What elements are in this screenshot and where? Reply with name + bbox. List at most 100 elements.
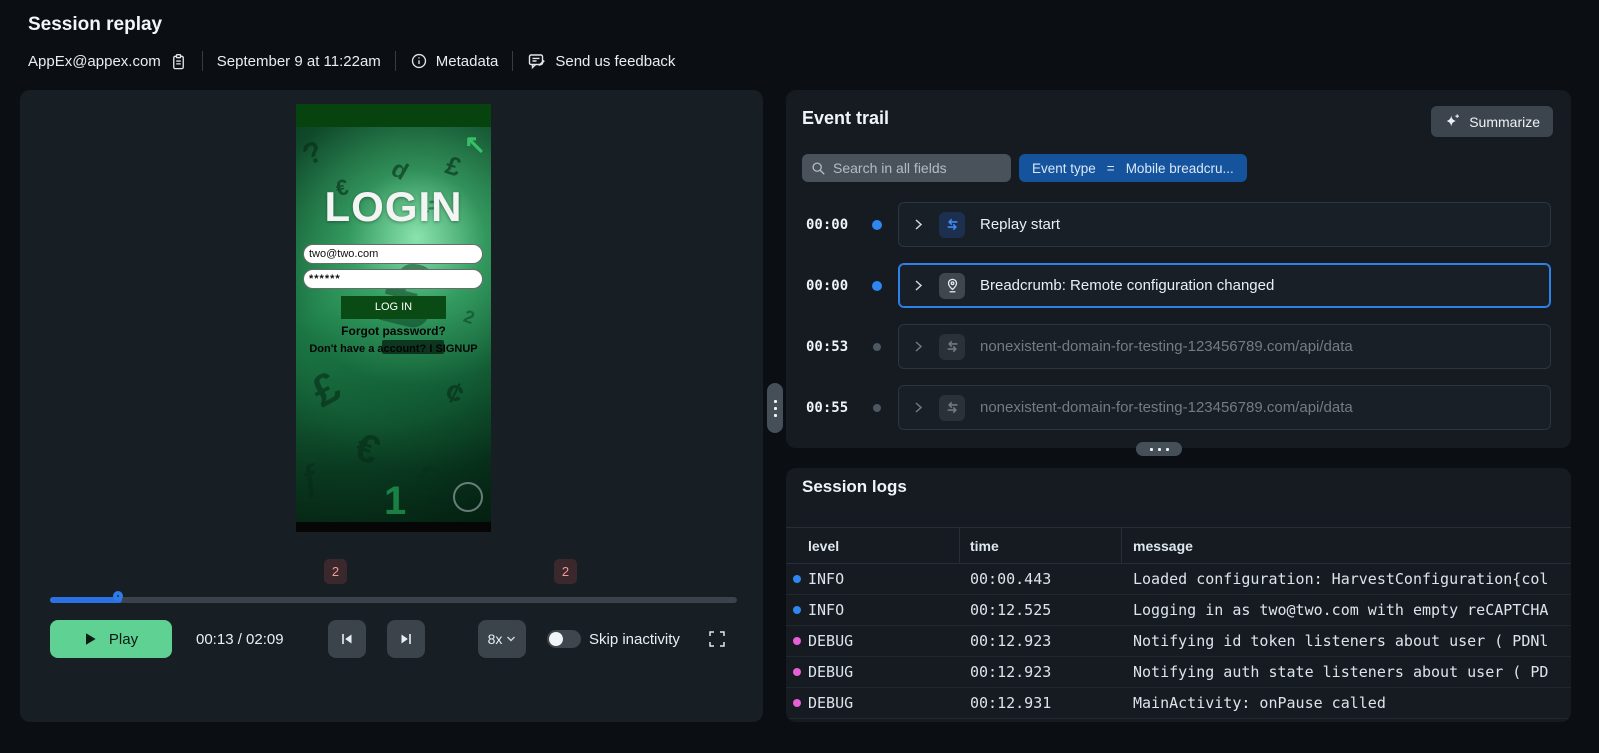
sparkle-icon [1444,113,1461,130]
divider [512,51,514,71]
event-card[interactable]: nonexistent-domain-for-testing-123456789… [898,385,1551,430]
chevron-right-icon[interactable] [913,218,924,231]
event-list: 00:00 Replay start 00:00 Breadcrumb: Rem… [786,202,1571,446]
log-time: 00:12.923 [970,632,1052,650]
phone-password-field: ****** [303,269,483,289]
event-trail-title: Event trail [802,108,890,128]
event-search-box[interactable] [802,154,1011,182]
network-swap-icon [939,394,965,421]
replay-date: September 9 at 11:22am [216,52,381,70]
chevron-right-icon[interactable] [913,401,924,414]
money-symbols-texture: 1 [384,479,407,522]
event-card[interactable]: nonexistent-domain-for-testing-123456789… [898,324,1551,369]
timeline-event-badge[interactable]: 2 [324,559,347,584]
previous-breadcrumb-button[interactable] [328,620,366,658]
divider [201,51,203,71]
event-label: nonexistent-domain-for-testing-123456789… [980,399,1353,416]
money-symbols-texture: € [348,424,386,474]
play-button[interactable]: Play [50,620,172,658]
log-level-dot [793,699,801,707]
log-level: INFO [786,570,960,588]
session-logs-panel: Session logs level time message INFO 00:… [786,468,1571,722]
phone-forgot-password-link: Forgot password? [341,324,446,338]
skip-inactivity-toggle[interactable] [547,630,581,648]
phone-nav-bar [296,522,491,532]
log-message: MainActivity: onPause called [1133,694,1386,712]
event-timestamp: 00:53 [806,338,849,355]
network-swap-icon [939,333,965,360]
event-label: Replay start [980,216,1061,233]
panel-resize-handle-vertical[interactable] [767,383,783,433]
chevron-right-icon[interactable] [913,279,924,292]
phone-login-button: LOG IN [341,296,446,319]
log-level: INFO [786,601,960,619]
chevron-right-icon[interactable] [913,340,924,353]
phone-screen: ? £ ↖ € d ? £ € £ ƒ ¢ € [296,127,491,522]
player-controls: Play 00:13 / 02:09 8x Skip inactivity [20,620,763,658]
log-row: DEBUG 00:12.923 Notifying id token liste… [786,626,1571,657]
playback-speed-button[interactable]: 8x [478,620,526,658]
summarize-label: Summarize [1469,113,1540,130]
money-symbols-texture: € [412,455,443,506]
info-icon [410,52,428,70]
column-header-message: message [1133,537,1193,554]
log-time: 00:00.443 [970,570,1052,588]
summarize-button[interactable]: Summarize [1431,106,1553,137]
search-input[interactable] [833,160,1002,176]
log-level-dot [793,637,801,645]
log-level: DEBUG [786,694,960,712]
money-symbols-texture: ? [297,134,329,173]
log-time: 00:12.931 [970,694,1052,712]
feedback-icon [527,51,547,71]
log-row: INFO 00:00.443 Loaded configuration: Har… [786,564,1571,595]
timeline-event-badge[interactable]: 2 [554,559,577,584]
scrubber-progress [50,597,122,603]
event-label: nonexistent-domain-for-testing-123456789… [980,338,1353,355]
panel-resize-handle-horizontal[interactable] [1136,442,1182,456]
search-icon [811,161,826,176]
page-title: Session replay [28,14,163,35]
timeline-scrubber[interactable] [50,591,737,603]
event-timestamp: 00:00 [806,216,849,233]
next-breadcrumb-button[interactable] [387,620,425,658]
phone-status-bar [296,104,491,127]
log-level-dot [793,606,801,614]
chevron-down-icon [506,635,516,643]
log-message: Notifying auth state listeners about use… [1133,663,1549,681]
event-card[interactable]: Breadcrumb: Remote configuration changed [898,263,1551,308]
play-label: Play [108,630,139,648]
phone-signup-link: Don't have a account? I SIGNUP [309,343,478,355]
feedback-button[interactable]: Send us feedback [527,51,675,71]
replay-phone-frame: ? £ ↖ € d ? £ € £ ƒ ¢ € [296,104,491,532]
log-message: Logging in as two@two.com with empty reC… [1133,601,1549,619]
event-dot [873,403,881,412]
breadcrumb-pin-icon [939,272,965,299]
log-level: DEBUG [786,632,960,650]
column-header-time: time [960,528,1122,563]
session-logs-title: Session logs [802,477,907,496]
log-message: Loaded configuration: HarvestConfigurati… [1133,570,1549,588]
event-card[interactable]: Replay start [898,202,1551,247]
event-type-filter-chip[interactable]: Event type = Mobile breadcru... [1019,154,1247,182]
filter-operator: = [1106,160,1115,176]
money-symbols-texture: £ [441,149,465,183]
log-row: INFO 00:12.525 Logging in as two@two.com… [786,595,1571,626]
fullscreen-button[interactable] [707,629,727,649]
event-row: 00:53 nonexistent-domain-for-testing-123… [786,324,1571,369]
phone-email-field: two@two.com [303,244,483,264]
log-level-dot [793,668,801,676]
metadata-label: Metadata [435,52,499,70]
event-row: 00:55 nonexistent-domain-for-testing-123… [786,385,1571,430]
event-timestamp: 00:00 [806,277,849,294]
money-symbols-texture: ↖ [464,129,486,159]
copy-clipboard-icon[interactable] [169,52,188,71]
metadata-button[interactable]: Metadata [410,52,499,70]
scrubber-handle[interactable] [113,591,123,601]
log-time: 00:12.923 [970,663,1052,681]
time-display: 00:13 / 02:09 [196,630,284,648]
log-row: DEBUG 00:12.931 MainActivity: onPause ca… [786,688,1571,719]
event-dot [872,280,882,291]
log-level-dot [793,575,801,583]
logs-table-header: level time message [786,527,1571,564]
money-symbols-texture: £ [303,362,349,417]
